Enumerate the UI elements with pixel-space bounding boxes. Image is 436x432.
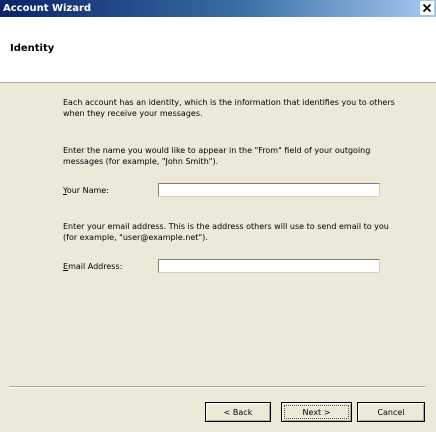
intro-text: Each account has an identity, which is t…: [63, 98, 395, 118]
next-button[interactable]: Next >: [281, 402, 352, 422]
account-wizard-window: Account Wizard Identity Each account has…: [0, 0, 436, 432]
wizard-header: Identity: [0, 17, 436, 83]
close-button[interactable]: [420, 1, 434, 15]
title-bar[interactable]: Account Wizard: [0, 0, 436, 17]
page-title: Identity: [10, 43, 55, 54]
your-name-label: Your Name:: [63, 186, 109, 195]
button-separator: [10, 386, 426, 388]
back-button[interactable]: < Back: [205, 402, 271, 422]
name-description: Enter the name you would like to appear …: [63, 146, 371, 166]
email-address-label: Email Address:: [63, 262, 122, 271]
your-name-label-text: our Name:: [66, 186, 109, 195]
close-icon: [422, 3, 432, 13]
email-description: Enter your email address. This is the ad…: [63, 222, 389, 242]
email-address-input[interactable]: [158, 259, 380, 273]
cancel-button[interactable]: Cancel: [357, 402, 425, 422]
your-name-input[interactable]: [158, 183, 380, 197]
window-title: Account Wizard: [3, 3, 92, 14]
email-address-label-text: mail Address:: [68, 262, 123, 271]
